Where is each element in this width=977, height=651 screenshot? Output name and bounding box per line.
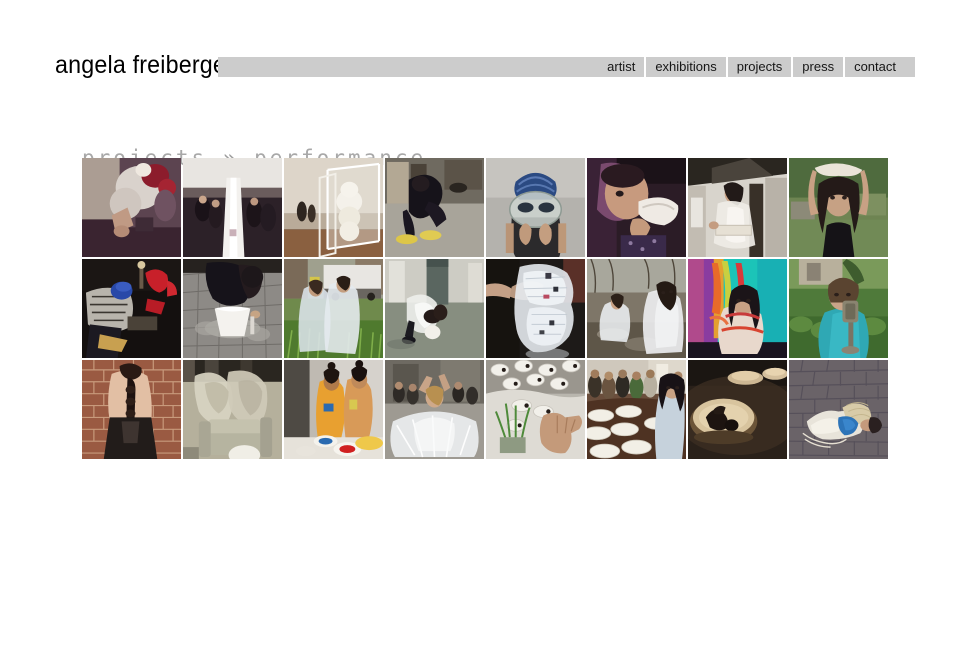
thumbnail-image [789,259,888,358]
thumb-crouching-yellow-shoes[interactable] [385,158,484,257]
thumb-feathered-headpiece[interactable] [82,158,181,257]
thumbnail-image [183,360,282,459]
site-header: angela freiberger artist exhibitions pro… [0,0,977,100]
thumb-white-tulle-arms-up[interactable] [385,360,484,459]
nav-item-artist[interactable]: artist [598,57,644,77]
thumbnail-image [82,158,181,257]
thumb-metal-mouthpiece[interactable] [789,259,888,358]
thumb-lying-cobblestones[interactable] [789,360,888,459]
thumb-white-dress-carrying[interactable] [688,158,787,257]
thumbnail-image [82,259,181,358]
thumb-white-basin-pavement[interactable] [183,259,282,358]
thumbnail-image [284,158,383,257]
thumb-ribbons-teal-stage[interactable] [688,259,787,358]
thumb-capes-rocks-outdoors[interactable] [587,259,686,358]
thumb-white-object-purple[interactable] [587,158,686,257]
nav-item-exhibitions[interactable]: exhibitions [646,57,725,77]
thumbnail-image [385,259,484,358]
thumb-hand-white-eyes-wall[interactable] [486,360,585,459]
site-logo[interactable]: angela freiberger [55,50,234,80]
thumb-inflated-plastic-form[interactable] [486,259,585,358]
page-empty-area [0,462,977,651]
thumb-long-braid-brickwall[interactable] [82,360,181,459]
thumbnail-image [688,360,787,459]
thumb-cloth-over-head[interactable] [789,158,888,257]
thumb-white-fabric-column[interactable] [183,158,282,257]
thumb-two-capes-street[interactable] [284,259,383,358]
nav-item-press[interactable]: press [793,57,843,77]
thumb-body-paint-bowls[interactable] [284,360,383,459]
thumb-plates-table-audience[interactable] [587,360,686,459]
thumbnail-image [789,360,888,459]
thumbnail-image [82,360,181,459]
thumbnail-image [486,259,585,358]
thumb-blue-cap-glass-mask[interactable] [486,158,585,257]
thumbnail-image [284,259,383,358]
main-navigation-bar: artist exhibitions projects press contac… [218,57,915,77]
thumbnail-image [688,259,787,358]
nav-list: artist exhibitions projects press contac… [598,57,915,77]
thumbnail-gallery [82,158,890,459]
thumbnail-image [183,158,282,257]
thumb-white-forms-vitrine[interactable] [284,158,383,257]
thumb-sheer-forms-chair[interactable] [183,360,282,459]
nav-item-projects[interactable]: projects [728,57,792,77]
nav-endcap [905,57,915,77]
thumbnail-image [587,158,686,257]
thumbnail-image [486,158,585,257]
nav-item-contact[interactable]: contact [845,57,905,77]
thumbnail-image [385,158,484,257]
thumbnail-image [587,259,686,358]
thumbnail-image [284,360,383,459]
thumbnail-image [385,360,484,459]
thumb-bending-gallery-floor[interactable] [385,259,484,358]
thumb-figure-in-vessel[interactable] [688,360,787,459]
thumbnail-image [587,360,686,459]
thumbnail-image [183,259,282,358]
thumbnail-image [486,360,585,459]
thumbnail-image [688,158,787,257]
thumb-night-red-neon[interactable] [82,259,181,358]
thumbnail-image [789,158,888,257]
